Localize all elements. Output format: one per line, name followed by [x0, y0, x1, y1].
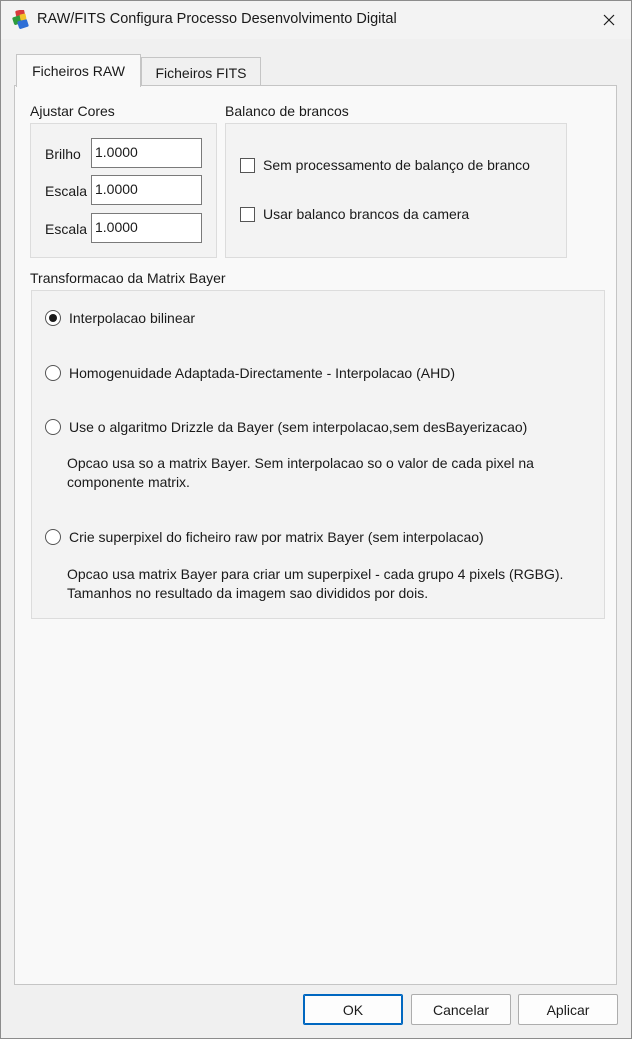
scale-label-2: Escala	[45, 221, 88, 237]
ahd-label: Homogenuidade Adaptada-Directamente - In…	[69, 365, 455, 381]
tab-label: Ficheiros RAW	[32, 63, 125, 79]
no-white-balance-checkbox[interactable]: Sem processamento de balanço de branco	[240, 157, 530, 173]
bilinear-label: Interpolacao bilinear	[69, 310, 196, 326]
radio-button[interactable]	[45, 365, 61, 381]
drizzle-description: Opcao usa so a matrix Bayer. Sem interpo…	[67, 455, 534, 490]
radio-button[interactable]	[45, 310, 61, 326]
radio-button[interactable]	[45, 419, 61, 435]
close-button[interactable]	[589, 5, 629, 35]
drizzle-radio[interactable]: Use o algaritmo Drizzle da Bayer (sem in…	[45, 419, 527, 435]
superpixel-radio[interactable]: Crie superpixel do ficheiro raw por matr…	[45, 529, 484, 545]
radio-button[interactable]	[45, 529, 61, 545]
bayer-title: Transformacao da Matrix Bayer	[30, 270, 226, 286]
adjust-colors-title: Ajustar Cores	[30, 103, 115, 119]
ahd-radio[interactable]: Homogenuidade Adaptada-Directamente - In…	[45, 365, 455, 381]
close-icon	[603, 14, 615, 26]
window-title: RAW/FITS Configura Processo Desenvolvime…	[37, 11, 397, 27]
apply-button[interactable]: Aplicar	[518, 994, 618, 1025]
cancel-button[interactable]: Cancelar	[411, 994, 511, 1025]
camera-white-balance-checkbox[interactable]: Usar balanco brancos da camera	[240, 206, 469, 222]
scale-input-1[interactable]: 1.0000	[91, 175, 202, 205]
checkbox-box[interactable]	[240, 157, 255, 173]
tab-ficheiros-raw[interactable]: Ficheiros RAW	[16, 54, 141, 87]
white-balance-group	[225, 123, 567, 258]
bilinear-radio[interactable]: Interpolacao bilinear	[45, 310, 195, 326]
brightness-label: Brilho	[45, 146, 81, 162]
app-icon	[12, 9, 30, 30]
dialog-window: RAW/FITS Configura Processo Desenvolvime…	[0, 0, 632, 1039]
scale-label-1: Escala	[45, 183, 88, 199]
brightness-input[interactable]: 1.0000	[91, 138, 202, 168]
drizzle-label: Use o algaritmo Drizzle da Bayer (sem in…	[69, 419, 528, 435]
scale-input-2[interactable]: 1.0000	[91, 213, 202, 243]
checkbox-box[interactable]	[240, 206, 255, 222]
superpixel-description: Opcao usa matrix Bayer para criar um sup…	[67, 566, 564, 601]
ok-button[interactable]: OK	[303, 994, 403, 1025]
camera-white-balance-label: Usar balanco brancos da camera	[263, 206, 470, 222]
tab-ficheiros-fits[interactable]: Ficheiros FITS	[141, 57, 261, 87]
white-balance-title: Balanco de brancos	[225, 103, 349, 119]
superpixel-label: Crie superpixel do ficheiro raw por matr…	[69, 529, 484, 545]
tab-label: Ficheiros FITS	[155, 64, 247, 81]
title-bar: RAW/FITS Configura Processo Desenvolvime…	[1, 1, 631, 39]
no-white-balance-label: Sem processamento de balanço de branco	[263, 157, 530, 173]
